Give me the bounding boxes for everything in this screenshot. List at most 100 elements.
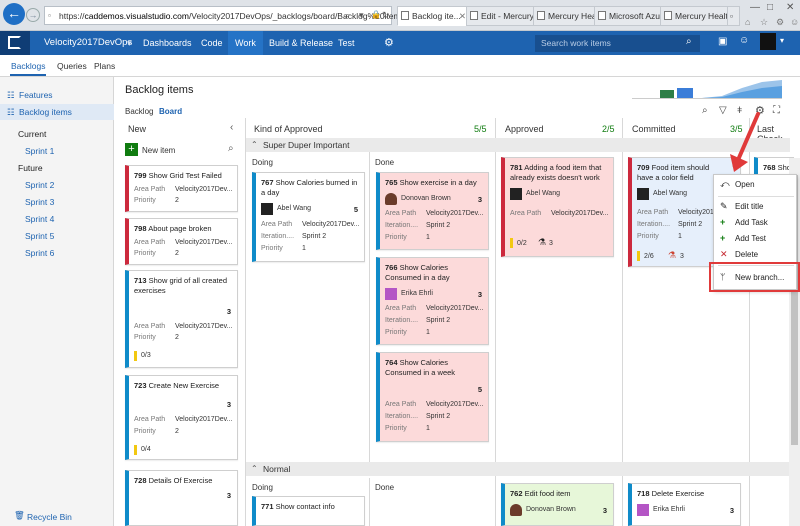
sidebar-item-recycle-bin[interactable]: Recycle Bin [27, 512, 72, 522]
sidebar-item-features[interactable]: Features [19, 90, 53, 100]
assigned-to[interactable]: Donovan Brown [526, 506, 576, 513]
field-value: Velocity2017Dev... [175, 186, 233, 193]
search-icon[interactable]: ⌕ [345, 10, 350, 21]
chevron-down-icon[interactable]: ▾ [127, 31, 132, 55]
close-tab-icon[interactable]: ✕ [459, 7, 466, 25]
test-count[interactable]: 3 [549, 240, 553, 247]
card-799[interactable]: 799 Show Grid Test Failed Area Path Veloc… [125, 165, 238, 212]
address-bar[interactable]: ▫ https://caddemos.visualstudio.com/Velo… [44, 6, 405, 25]
card-767[interactable]: 767 Show Calories burned in a day Abel W… [252, 172, 365, 262]
tab-edit-mercury[interactable]: Edit - Mercury ... [466, 6, 536, 26]
subnav-queries[interactable]: Queries [57, 61, 87, 71]
test-count[interactable]: 3 [680, 253, 684, 260]
subnav-backlogs[interactable]: Backlogs [11, 61, 46, 71]
sidebar-item-sprint-2[interactable]: Sprint 2 [25, 180, 54, 190]
sidebar-item-sprint-6[interactable]: Sprint 6 [25, 248, 54, 258]
card-718[interactable]: 718 Delete Exercise Erika Ehrli 3 [628, 483, 741, 526]
nav-code[interactable]: Code [196, 31, 228, 55]
sidebar-item-sprint-5[interactable]: Sprint 5 [25, 231, 54, 241]
sidebar-item-sprint-1[interactable]: Sprint 1 [25, 146, 54, 156]
assigned-to[interactable]: Abel Wang [526, 190, 560, 197]
tab-backlog[interactable]: Backlog [125, 107, 153, 116]
nav-test[interactable]: Test [332, 31, 361, 55]
card-762[interactable]: 762 Edit food item Donovan Brown 3 [501, 483, 614, 526]
card-723[interactable]: 723 Create New Exercise 3 Area Path Veloc… [125, 375, 238, 460]
settings-gear-icon[interactable]: ⚙ [384, 31, 394, 55]
favorites-icon[interactable]: ☆ [760, 17, 768, 28]
card-764[interactable]: 764 Show Calories Consumed in a week 5 A… [376, 352, 489, 442]
sidebar-item-sprint-3[interactable]: Sprint 3 [25, 197, 54, 207]
task-count[interactable]: 0/4 [141, 446, 151, 453]
search-icon[interactable]: ⌕ [228, 143, 234, 154]
close-window-button[interactable]: ✕ [786, 2, 794, 13]
minimize-button[interactable]: — [750, 2, 760, 13]
task-count[interactable]: 0/3 [141, 352, 151, 359]
tab-backlog[interactable]: Backlog ite... ✕ [397, 6, 470, 26]
project-name[interactable]: Velocity2017DevOps [44, 31, 132, 55]
assigned-to[interactable]: Erika Ehrli [401, 290, 433, 297]
assigned-to[interactable]: Donovan Brown [401, 195, 451, 202]
assigned-to[interactable]: Abel Wang [277, 205, 311, 212]
sidebar-item-backlog-items[interactable]: Backlog items [19, 107, 72, 117]
cumulative-flow-thumbnail[interactable] [632, 80, 782, 102]
forward-button[interactable]: → [26, 8, 40, 22]
field-label: Priority [134, 197, 156, 204]
field-label: Priority [385, 329, 407, 336]
field-value: Sprint 2 [426, 222, 451, 229]
menu-item-add-task[interactable]: + Add Task [714, 215, 798, 230]
page-title: Backlog items [125, 84, 194, 96]
collapse-icon[interactable]: ⌃ [251, 140, 258, 149]
fullscreen-icon[interactable]: ⛶ [773, 105, 780, 116]
search-icon[interactable]: ⌕ [702, 105, 708, 116]
collapse-column-icon[interactable]: ‹ [230, 122, 233, 133]
new-tab-button[interactable]: ▫ [727, 6, 740, 26]
task-count[interactable]: 0/2 [517, 240, 527, 247]
marketplace-icon[interactable]: ▣ [718, 36, 727, 47]
menu-item-delete[interactable]: ✕ Delete [714, 247, 798, 262]
card-798[interactable]: 798 About page broken Area Path Velocity2… [125, 218, 238, 265]
vsts-logo-icon[interactable] [0, 31, 30, 55]
tab-board[interactable]: Board [159, 107, 182, 116]
card-781[interactable]: 781 Adding a food item that already exis… [501, 157, 614, 257]
swimlane-header[interactable] [246, 462, 790, 476]
settings-icon[interactable]: ⚙ [776, 17, 784, 28]
menu-item-open[interactable]: ⤺ Open [714, 177, 798, 192]
filter-icon[interactable]: ▽ [719, 105, 727, 116]
search-work-items-input[interactable]: Search work items [535, 35, 700, 52]
nav-build-release[interactable]: Build & Release [263, 31, 339, 55]
assigned-to[interactable]: Abel Wang [653, 190, 687, 197]
back-button[interactable]: ← [3, 3, 25, 25]
add-icon[interactable]: + [125, 143, 138, 156]
card-766[interactable]: 766 Show Calories Consumed in a day Erik… [376, 257, 489, 345]
tab-favicon-icon [470, 11, 478, 20]
nav-dashboards[interactable]: Dashboards [137, 31, 198, 55]
chevron-down-icon[interactable]: ▾ [780, 36, 784, 45]
home-icon[interactable]: ⌂ [745, 17, 750, 27]
search-icon[interactable]: ⌕ [686, 36, 692, 47]
card-728[interactable]: 728 Details Of Exercise 3 [125, 470, 238, 526]
subnav-plans[interactable]: Plans [94, 61, 115, 71]
sub-nav [0, 55, 800, 77]
sidebar-item-sprint-4[interactable]: Sprint 4 [25, 214, 54, 224]
effort-value: 5 [353, 205, 358, 214]
assigned-to[interactable]: Erika Ehrli [653, 506, 685, 513]
collapse-icon[interactable]: ⌃ [251, 464, 258, 473]
user-avatar[interactable] [760, 33, 776, 50]
tab-mercury-health-2[interactable]: Mercury Healt... [660, 6, 728, 26]
tab-microsoft-azure[interactable]: Microsoft Azur... [594, 6, 662, 26]
nav-work[interactable]: Work [228, 31, 263, 55]
menu-item-edit-title[interactable]: ✎ Edit title [714, 199, 798, 214]
help-icon[interactable]: ☺ [739, 35, 749, 46]
maximize-button[interactable]: □ [767, 2, 773, 13]
card-771[interactable]: 771 Show contact info [252, 496, 365, 526]
tab-mercury-health[interactable]: Mercury Healt... [533, 6, 595, 26]
new-item-button[interactable]: New item [142, 146, 175, 155]
feedback-icon[interactable]: ☺ [790, 17, 799, 27]
card-765[interactable]: 765 Show exercise in a day Donovan Brown… [376, 172, 489, 250]
task-count[interactable]: 2/6 [644, 253, 654, 260]
dropdown-icon[interactable]: ▾ [359, 10, 364, 21]
field-value: Velocity2017Dev... [426, 210, 484, 217]
card-713[interactable]: 713 Show grid of all created exercises 3… [125, 270, 238, 368]
refresh-icon[interactable]: ↻ [382, 10, 390, 21]
menu-item-add-test[interactable]: + Add Test [714, 231, 798, 246]
